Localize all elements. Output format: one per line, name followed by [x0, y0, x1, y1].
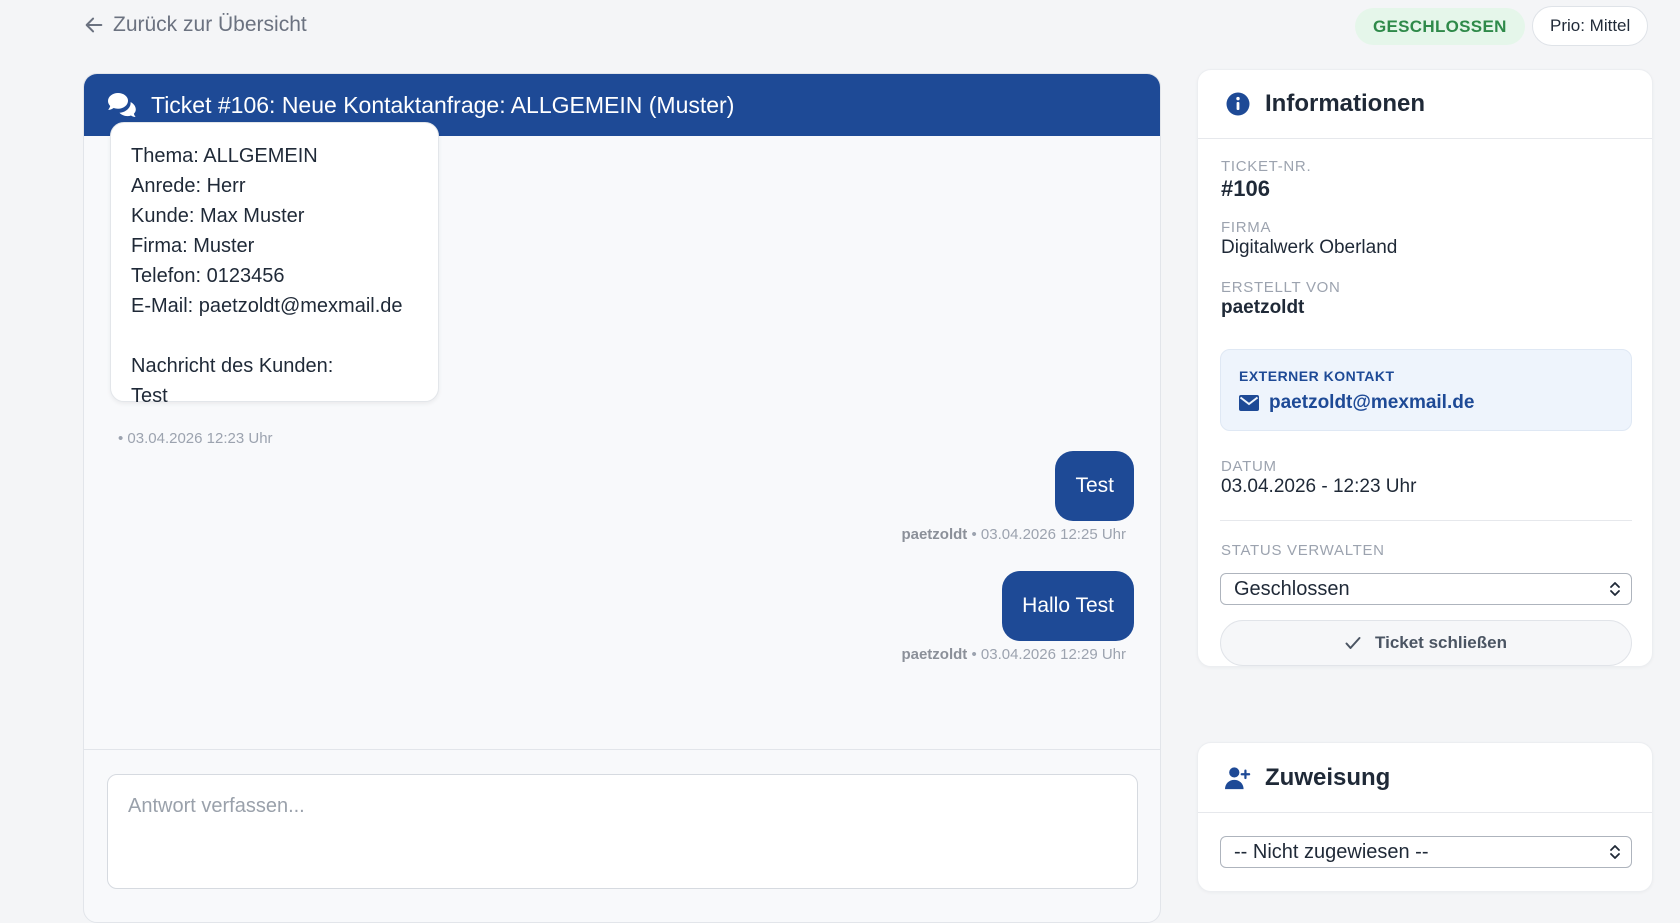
- external-contact-label: EXTERNER KONTAKT: [1239, 368, 1395, 384]
- assignment-card: Zuweisung -- Nicht zugewiesen --: [1197, 742, 1653, 892]
- outgoing-message-meta: paetzoldt • 03.04.2026 12:25 Uhr: [901, 526, 1126, 543]
- message-author: paetzoldt: [901, 646, 968, 663]
- outgoing-message: Hallo Test: [1002, 571, 1134, 641]
- comments-icon: [108, 93, 136, 117]
- external-contact-email-link[interactable]: paetzoldt@mexmail.de: [1239, 392, 1474, 414]
- customer-message: Thema: ALLGEMEIN Anrede: Herr Kunde: Max…: [110, 122, 439, 407]
- customer-message-meta: • 03.04.2026 12:23 Uhr: [118, 430, 273, 447]
- composer-divider: [84, 749, 1160, 750]
- ticket-conversation-card: Ticket #106: Neue Kontaktanfrage: ALLGEM…: [83, 73, 1161, 923]
- date-value: 03.04.2026 - 12:23 Uhr: [1221, 476, 1417, 497]
- status-select[interactable]: Geschlossen: [1220, 573, 1632, 605]
- message-time: • 03.04.2026 12:25 Uhr: [967, 526, 1126, 543]
- info-divider: [1220, 520, 1632, 521]
- outgoing-message: Test: [1055, 451, 1134, 521]
- status-badge: GESCHLOSSEN: [1355, 8, 1525, 45]
- message-time: • 03.04.2026 12:29 Uhr: [967, 646, 1126, 663]
- external-contact-email: paetzoldt@mexmail.de: [1269, 392, 1475, 413]
- back-link-label: Zurück zur Übersicht: [113, 13, 307, 36]
- created-by-value: paetzoldt: [1221, 297, 1305, 318]
- assignee-select[interactable]: -- Nicht zugewiesen --: [1220, 836, 1632, 868]
- close-ticket-button[interactable]: Ticket schließen: [1220, 620, 1632, 666]
- message-list[interactable]: Thema: ALLGEMEIN Anrede: Herr Kunde: Max…: [84, 122, 1160, 750]
- assignee-select-value: -- Nicht zugewiesen --: [1234, 840, 1429, 863]
- info-card-header: Informationen: [1198, 70, 1652, 139]
- conversation-title: Ticket #106: Neue Kontaktanfrage: ALLGEM…: [151, 91, 735, 118]
- message-author: paetzoldt: [901, 526, 968, 543]
- info-card: Informationen TICKET-NR. #106 FIRMA Digi…: [1197, 69, 1653, 667]
- back-link[interactable]: Zurück zur Übersicht: [83, 13, 307, 37]
- created-by-label: ERSTELLT VON: [1221, 279, 1341, 296]
- info-icon: [1226, 92, 1250, 116]
- reply-input[interactable]: [107, 774, 1138, 889]
- priority-badge: Prio: Mittel: [1532, 6, 1649, 46]
- ticket-nr-label: TICKET-NR.: [1221, 158, 1312, 175]
- date-label: DATUM: [1221, 458, 1277, 475]
- status-select-value: Geschlossen: [1234, 577, 1350, 600]
- arrow-left-icon: [85, 17, 103, 33]
- assignment-card-title: Zuweisung: [1265, 763, 1391, 791]
- top-bar: Zurück zur Übersicht GESCHLOSSEN Prio: M…: [0, 0, 1680, 50]
- info-card-title: Informationen: [1265, 90, 1425, 117]
- select-arrows-icon: [1610, 582, 1620, 596]
- ticket-nr-value: #106: [1221, 176, 1270, 201]
- close-ticket-label: Ticket schließen: [1375, 633, 1507, 652]
- envelope-icon: [1239, 395, 1259, 411]
- checkmark-icon: [1345, 637, 1361, 649]
- user-plus-icon: [1225, 766, 1251, 789]
- external-contact-box: EXTERNER KONTAKT paetzoldt@mexmail.de: [1220, 349, 1632, 431]
- select-arrows-icon: [1610, 845, 1620, 859]
- firma-value: Digitalwerk Oberland: [1221, 237, 1398, 258]
- assignment-card-header: Zuweisung: [1198, 743, 1652, 813]
- status-manage-label: STATUS VERWALTEN: [1221, 542, 1385, 559]
- firma-label: FIRMA: [1221, 219, 1272, 236]
- outgoing-message-meta: paetzoldt • 03.04.2026 12:29 Uhr: [901, 646, 1126, 663]
